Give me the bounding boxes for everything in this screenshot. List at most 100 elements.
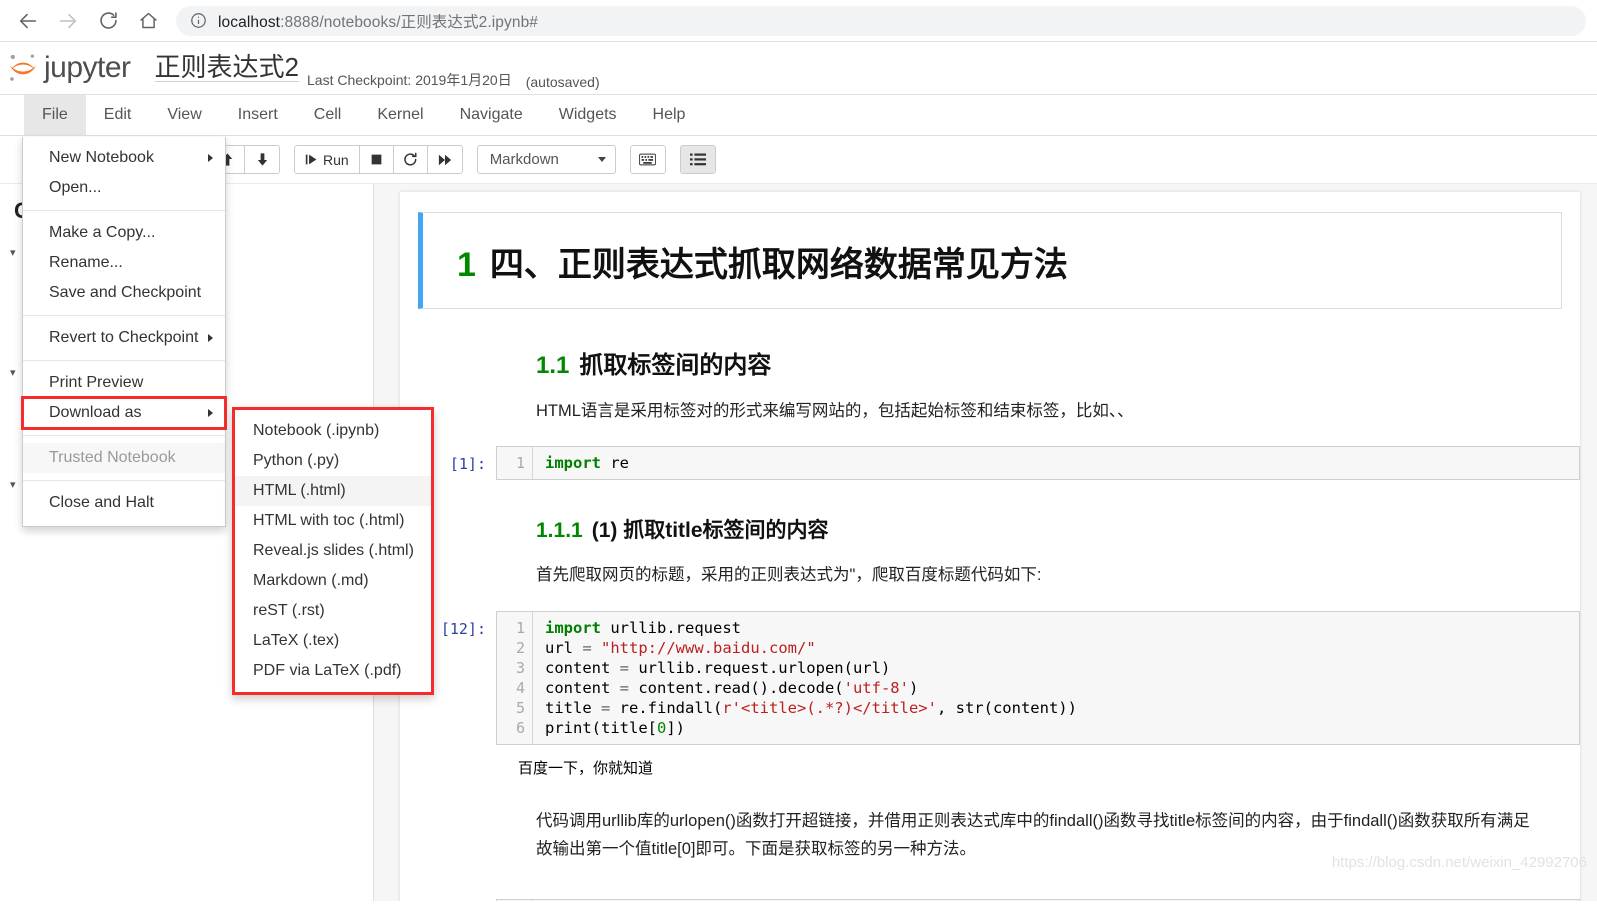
heading-cell-box[interactable]: 1 四、正则表达式抓取网络数据常见方法	[418, 212, 1562, 309]
markdown-cell-section-1-1-1[interactable]: 1.1.1 (1) 抓取title标签间的内容 首先爬取网页的标题，采用的正则表达…	[400, 514, 1580, 588]
menu-item-save-and-checkpoint[interactable]: Save and Checkpoint	[23, 278, 225, 308]
menu-item-trusted-notebook: Trusted Notebook	[23, 443, 225, 473]
line-numbers: 1	[497, 447, 533, 480]
paragraph-text: 首先爬取网页的标题，采用的正则表达式为"，爬取百度标题代码如下:	[536, 566, 1042, 585]
run-icon	[305, 154, 317, 165]
list-icon[interactable]	[680, 146, 715, 173]
url-path: :8888/notebooks/正则表达式2.ipynb#	[280, 13, 539, 31]
line-numbers: 1 2	[497, 899, 533, 901]
markdown-cell-explanation[interactable]: 代码调用urllib库的urlopen()函数打开超链接，并借用正则表达式库中的…	[400, 808, 1580, 863]
menu-divider	[23, 210, 225, 211]
paragraph-text: 故输出第一个值title[0]即可。下面是获取标签的另一种方法。	[536, 840, 977, 859]
download-item-html-with-toc[interactable]: HTML with toc (.html)	[235, 506, 431, 536]
fast-forward-icon[interactable]	[427, 146, 462, 173]
menu-item-make-a-copy[interactable]: Make a Copy...	[23, 218, 225, 248]
subsection-text: (1) 抓取title标签间的内容	[591, 519, 829, 543]
markdown-cell-section-1-1[interactable]: 1.1 抓取标签间的内容 HTML语言是采用标签对的形式来编写网站的，包括起始标签…	[400, 345, 1580, 424]
menu-item-label: Print Preview	[49, 374, 144, 391]
menu-file[interactable]: File	[24, 95, 86, 135]
code-text[interactable]: import re	[533, 447, 1579, 479]
menu-navigate[interactable]: Navigate	[442, 95, 541, 135]
download-item-python-py[interactable]: Python (.py)	[235, 446, 431, 476]
download-item-notebook-ipynb[interactable]: Notebook (.ipynb)	[235, 416, 431, 446]
file-dropdown-menu[interactable]: New Notebook Open... Make a Copy... Rena…	[21, 137, 227, 527]
code-cell-1[interactable]: In [1]: 1 import re	[400, 446, 1580, 481]
download-item-rest-rst[interactable]: reST (.rst)	[235, 596, 431, 626]
code-text[interactable]: pat = r'(?<=<title>).*?(?=</title>)'	[533, 900, 1579, 901]
download-as-submenu[interactable]: Notebook (.ipynb) Python (.py) HTML (.ht…	[232, 407, 434, 695]
download-item-pdf-via-latex[interactable]: PDF via LaTeX (.pdf)	[235, 656, 431, 686]
menu-item-label: Make a Copy...	[49, 224, 156, 241]
jupyter-home-link[interactable]: jupyter	[6, 51, 131, 85]
download-item-markdown-md[interactable]: Markdown (.md)	[235, 566, 431, 596]
menu-help[interactable]: Help	[635, 95, 704, 135]
info-circle-icon[interactable]	[190, 12, 207, 29]
menu-divider	[23, 360, 225, 361]
notebook-title[interactable]: 正则表达式2	[154, 53, 300, 83]
menu-item-new-notebook[interactable]: New Notebook	[23, 143, 225, 173]
download-item-html[interactable]: HTML (.html)	[235, 476, 431, 506]
run-label: Run	[323, 151, 349, 168]
menu-item-close-and-halt[interactable]: Close and Halt	[23, 488, 225, 518]
chevron-right-icon	[208, 334, 213, 342]
menu-item-download-as[interactable]: Download as	[21, 396, 227, 430]
toolbar-group-run: Run	[294, 145, 463, 174]
subsection-heading: 1.1.1 (1) 抓取title标签间的内容	[536, 514, 1562, 544]
cell-type-value: Markdown	[489, 151, 559, 168]
menu-item-label: Trusted Notebook	[49, 449, 176, 466]
download-item-revealjs-slides[interactable]: Reveal.js slides (.html)	[235, 536, 431, 566]
code-input-area[interactable]: 1 2 pat = r'(?<=<title>).*?(?=</title>)'	[496, 898, 1580, 901]
code-cell-12[interactable]: In [12]: 1 2 3 4 5 6 import urllib.reque…	[400, 610, 1580, 745]
jupyter-logo-icon	[6, 51, 40, 85]
code-text[interactable]: import urllib.request url = "http://www.…	[533, 612, 1579, 744]
restart-circular-arrow-icon[interactable]	[393, 146, 428, 173]
heading-number: 1	[457, 246, 476, 284]
section-heading: 1.1 抓取标签间的内容	[536, 345, 1562, 380]
paragraph-text: 代码调用urllib库的urlopen()函数打开超链接，并借用正则表达式库中的…	[536, 811, 1530, 830]
url-text: localhost:8888/notebooks/正则表达式2.ipynb#	[218, 10, 538, 32]
autosave-status: (autosaved)	[525, 74, 600, 90]
menu-edit[interactable]: Edit	[86, 95, 150, 135]
menu-item-revert-to-checkpoint[interactable]: Revert to Checkpoint	[23, 323, 225, 353]
checkpoint-status: Last Checkpoint: 2019年1月20日	[307, 72, 512, 88]
menu-view[interactable]: View	[149, 95, 219, 135]
chevron-down-icon	[597, 157, 606, 162]
download-item-latex-tex[interactable]: LaTeX (.tex)	[235, 626, 431, 656]
menu-item-label: Open...	[49, 179, 102, 196]
code-input-area[interactable]: 1 import re	[496, 446, 1580, 481]
menu-insert[interactable]: Insert	[220, 95, 296, 135]
line-numbers: 1 2 3 4 5 6	[497, 611, 533, 744]
menu-item-label: Download as	[49, 404, 142, 421]
stop-square-icon[interactable]	[359, 146, 394, 173]
notebook-page: 1 四、正则表达式抓取网络数据常见方法 1.1 抓取标签间的内容 HTML语言是采用…	[400, 192, 1580, 901]
cell-type-select[interactable]: Markdown	[476, 145, 616, 174]
menu-bar: File Edit View Insert Cell Kernel Naviga…	[0, 94, 1597, 136]
menu-item-print-preview[interactable]: Print Preview	[23, 368, 225, 398]
menu-divider	[23, 315, 225, 316]
forward-icon[interactable]	[48, 4, 88, 38]
menu-item-rename[interactable]: Rename...	[23, 248, 225, 278]
home-icon[interactable]	[128, 4, 168, 38]
menu-cell[interactable]: Cell	[296, 95, 360, 135]
run-button[interactable]: Run	[295, 146, 360, 173]
menu-divider	[23, 480, 225, 481]
page-title: 1 四、正则表达式抓取网络数据常见方法	[457, 237, 1527, 286]
code-cell-13[interactable]: In [13]: 1 2 pat = r'(?<=<title>).*?(?=<…	[400, 898, 1580, 901]
menu-item-open[interactable]: Open...	[23, 173, 225, 203]
markdown-cell-heading[interactable]: 1 四、正则表达式抓取网络数据常见方法	[400, 212, 1580, 309]
toolbar-group-palette	[629, 145, 666, 174]
keyboard-icon[interactable]	[630, 146, 665, 173]
back-icon[interactable]	[8, 4, 48, 38]
arrow-down-icon[interactable]	[245, 146, 279, 173]
reload-icon[interactable]	[88, 4, 128, 38]
code-input-area[interactable]: 1 2 3 4 5 6 import urllib.request url = …	[496, 610, 1580, 745]
notebook-toolbar: Run Markdown	[0, 136, 1597, 184]
browser-toolbar: localhost:8888/notebooks/正则表达式2.ipynb#	[0, 0, 1597, 41]
menu-widgets[interactable]: Widgets	[541, 95, 635, 135]
jupyter-wordmark: jupyter	[44, 51, 131, 84]
code-keyword: import	[545, 454, 601, 473]
menu-kernel[interactable]: Kernel	[359, 95, 441, 135]
address-bar[interactable]: localhost:8888/notebooks/正则表达式2.ipynb#	[176, 5, 1586, 36]
menu-divider	[23, 435, 225, 436]
chevron-right-icon	[208, 409, 213, 417]
